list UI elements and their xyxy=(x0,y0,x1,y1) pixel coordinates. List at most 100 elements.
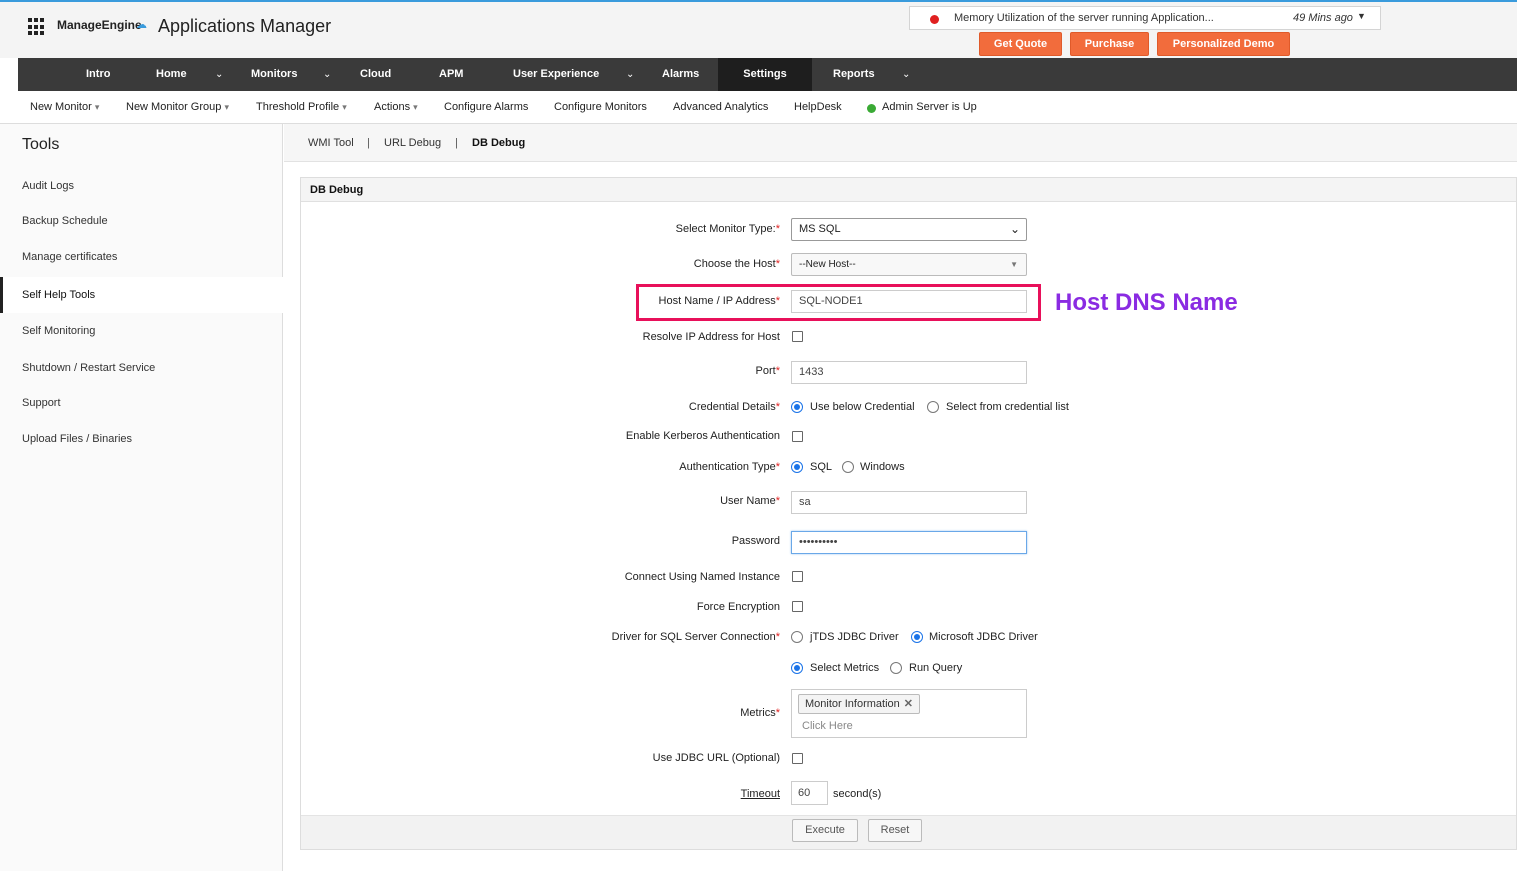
tab-wmi-tool[interactable]: WMI Tool xyxy=(308,137,354,149)
metrics-label-text: Metrics xyxy=(740,707,776,719)
nav-reports-chevron-icon[interactable]: ⌄ xyxy=(902,58,910,91)
sidebar-item-support[interactable]: Support xyxy=(0,385,283,421)
run-query-label: Run Query xyxy=(909,662,963,674)
apps-grid-icon[interactable] xyxy=(28,18,46,36)
nav-reports[interactable]: Reports xyxy=(833,58,875,91)
notification-time: 49 Mins ago xyxy=(1293,12,1353,24)
tab-separator: | xyxy=(455,137,458,149)
sidebar-item-manage-certificates[interactable]: Manage certificates xyxy=(0,239,283,275)
nav-user-experience-chevron-icon[interactable]: ⌄ xyxy=(626,58,634,91)
subnav-actions[interactable]: Actions ▾ xyxy=(374,101,418,113)
monitor-type-value: MS SQL xyxy=(799,223,841,235)
select-credential-list-radio[interactable] xyxy=(927,401,939,413)
nav-monitors[interactable]: Monitors xyxy=(251,58,297,91)
auth-windows-radio[interactable] xyxy=(842,461,854,473)
tab-separator: | xyxy=(367,137,370,149)
auth-sql-radio[interactable] xyxy=(791,461,803,473)
timeout-input[interactable]: 60 xyxy=(791,781,828,805)
tab-db-debug[interactable]: DB Debug xyxy=(472,137,525,149)
nav-settings[interactable]: Settings xyxy=(718,58,812,91)
nav-home-chevron-icon[interactable]: ⌄ xyxy=(215,58,223,91)
run-query-radio[interactable] xyxy=(890,662,902,674)
nav-monitors-chevron-icon[interactable]: ⌄ xyxy=(323,58,331,91)
username-label: User Name* xyxy=(720,495,780,507)
execute-button[interactable]: Execute xyxy=(792,819,858,842)
server-status-text: Admin Server is Up xyxy=(882,101,977,113)
server-status-icon xyxy=(867,104,876,113)
reset-button[interactable]: Reset xyxy=(868,819,922,842)
username-label-text: User Name xyxy=(720,495,776,507)
tool-tabs: WMI Tool | URL Debug | DB Debug xyxy=(284,124,1517,162)
tab-url-debug[interactable]: URL Debug xyxy=(384,137,441,149)
subnav-new-monitor[interactable]: New Monitor ▾ xyxy=(30,101,99,113)
alarm-notification[interactable]: Memory Utilization of the server running… xyxy=(909,6,1381,30)
personalized-demo-button[interactable]: Personalized Demo xyxy=(1157,32,1290,56)
brand-cloud-icon: ☁ xyxy=(136,19,147,31)
get-quote-button[interactable]: Get Quote xyxy=(979,32,1062,56)
triangle-down-icon: ▼ xyxy=(1010,260,1018,269)
nav-cloud[interactable]: Cloud xyxy=(360,58,391,91)
sidebar-item-backup-schedule[interactable]: Backup Schedule xyxy=(0,203,283,239)
caret-down-icon: ▾ xyxy=(413,102,418,112)
hostname-label: Host Name / IP Address* xyxy=(659,295,780,307)
jdbc-url-checkbox[interactable] xyxy=(792,753,803,764)
subnav-helpdesk[interactable]: HelpDesk xyxy=(794,101,842,113)
named-instance-checkbox[interactable] xyxy=(792,571,803,582)
nav-alarms[interactable]: Alarms xyxy=(662,58,699,91)
sidebar-item-self-monitoring[interactable]: Self Monitoring xyxy=(0,313,283,349)
subnav-configure-alarms[interactable]: Configure Alarms xyxy=(444,101,528,113)
metrics-placeholder[interactable]: Click Here xyxy=(802,720,853,732)
monitor-type-label-text: Select Monitor Type: xyxy=(675,223,776,235)
caret-down-icon: ▾ xyxy=(94,102,100,112)
nav-apm[interactable]: APM xyxy=(439,58,463,91)
subnav-advanced-analytics[interactable]: Advanced Analytics xyxy=(673,101,768,113)
purchase-button[interactable]: Purchase xyxy=(1070,32,1149,56)
host-value: --New Host-- xyxy=(799,259,856,270)
subnav-new-monitor-group[interactable]: New Monitor Group ▾ xyxy=(126,101,229,113)
sidebar-title: Tools xyxy=(22,136,60,153)
tools-sidebar: Tools Audit Logs Backup Schedule Manage … xyxy=(0,124,283,871)
host-dns-annotation: Host DNS Name xyxy=(1055,289,1238,316)
select-metrics-radio[interactable] xyxy=(791,662,803,674)
remove-chip-icon[interactable]: ✕ xyxy=(904,698,913,710)
settings-subnav: New Monitor ▾ New Monitor Group ▾ Thresh… xyxy=(0,91,1517,124)
metric-chip: Monitor Information ✕ xyxy=(798,694,920,714)
resolve-ip-checkbox[interactable] xyxy=(792,331,803,342)
named-instance-label: Connect Using Named Instance xyxy=(624,571,780,583)
use-below-credential-radio[interactable] xyxy=(791,401,803,413)
username-input[interactable]: sa xyxy=(791,491,1027,514)
sidebar-item-upload-files[interactable]: Upload Files / Binaries xyxy=(0,421,283,457)
nav-user-experience[interactable]: User Experience xyxy=(513,58,599,91)
select-credential-list-label: Select from credential list xyxy=(946,401,1069,413)
critical-status-icon xyxy=(930,15,939,24)
kerberos-checkbox[interactable] xyxy=(792,431,803,442)
sidebar-item-self-help-tools[interactable]: Self Help Tools xyxy=(0,277,283,313)
host-select[interactable]: --New Host-- ▼ xyxy=(791,253,1027,276)
nav-intro[interactable]: Intro xyxy=(86,58,110,91)
resolve-ip-label: Resolve IP Address for Host xyxy=(642,331,780,343)
subnav-new-monitor-label: New Monitor xyxy=(30,101,92,113)
subnav-configure-monitors[interactable]: Configure Monitors xyxy=(554,101,647,113)
jtds-driver-radio[interactable] xyxy=(791,631,803,643)
caret-down-icon[interactable]: ▼ xyxy=(1357,11,1366,21)
metrics-multiselect[interactable]: Monitor Information ✕ Click Here xyxy=(791,689,1027,738)
driver-label-text: Driver for SQL Server Connection xyxy=(611,631,776,643)
nav-home[interactable]: Home xyxy=(156,58,187,91)
caret-down-icon: ▾ xyxy=(342,102,347,112)
monitor-type-select[interactable]: MS SQL ⌄ xyxy=(791,218,1027,241)
hostname-label-text: Host Name / IP Address xyxy=(658,295,776,307)
port-input[interactable]: 1433 xyxy=(791,361,1027,384)
password-input[interactable]: •••••••••• xyxy=(791,531,1027,554)
microsoft-driver-radio[interactable] xyxy=(911,631,923,643)
subnav-threshold-profile[interactable]: Threshold Profile ▾ xyxy=(256,101,347,113)
force-encryption-checkbox[interactable] xyxy=(792,601,803,612)
required-marker: * xyxy=(775,365,780,377)
required-marker: * xyxy=(775,461,780,473)
force-encryption-label: Force Encryption xyxy=(696,601,780,613)
sidebar-item-shutdown-restart[interactable]: Shutdown / Restart Service xyxy=(0,350,283,386)
sidebar-item-audit-logs[interactable]: Audit Logs xyxy=(0,168,283,204)
driver-label: Driver for SQL Server Connection* xyxy=(612,631,780,643)
jdbc-url-label: Use JDBC URL (Optional) xyxy=(652,752,780,764)
hostname-input[interactable]: SQL-NODE1 xyxy=(791,290,1027,313)
auth-type-label-text: Authentication Type xyxy=(679,461,776,473)
